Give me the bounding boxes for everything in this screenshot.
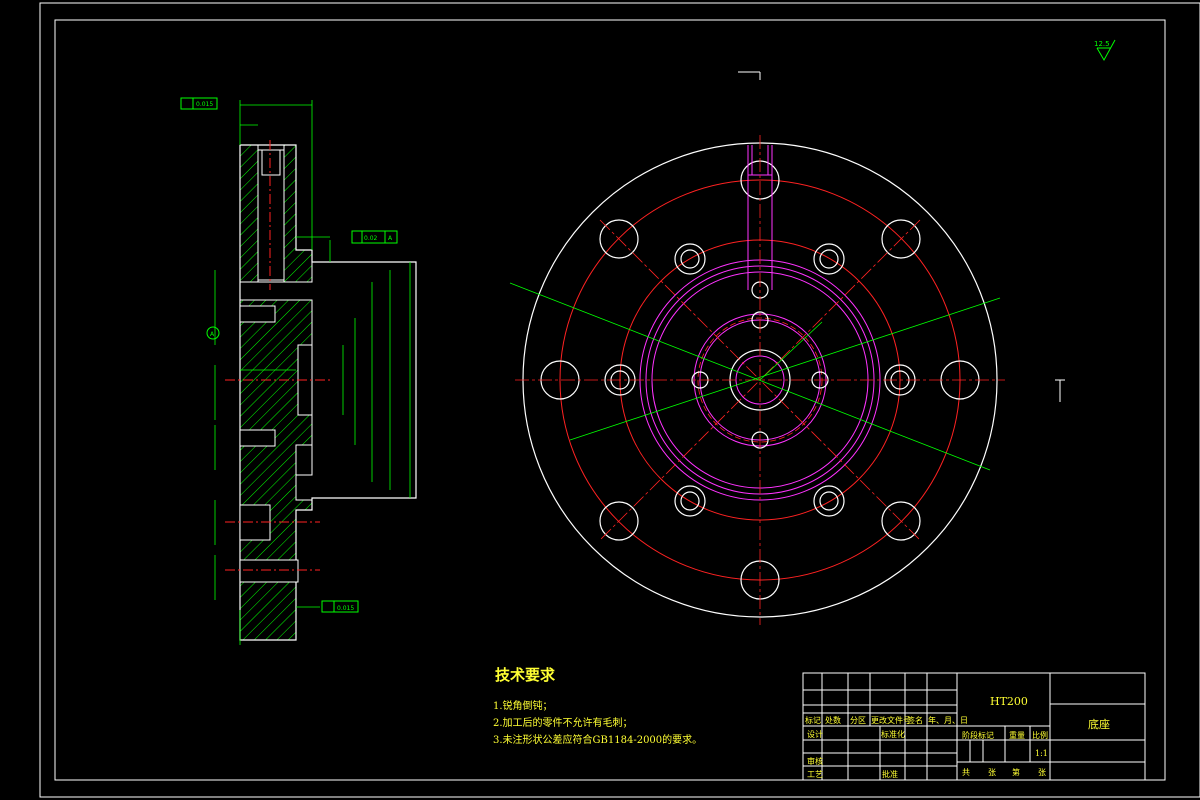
tb-sheet-1: 张 (988, 768, 996, 777)
tb-stage-mark: 阶段标记 (962, 731, 994, 740)
tb-sheet-3: 张 (1038, 768, 1046, 777)
tb-row-review: 审核 (807, 757, 823, 766)
tb-approval: 批准 (882, 770, 898, 779)
tb-header-1: 处数 (825, 716, 841, 725)
section-view: 0.015 0.02 A 0.015 A (180, 97, 417, 645)
tb-scale-label: 比例 (1032, 731, 1048, 740)
tb-header-2: 分区 (850, 716, 866, 725)
tech-requirement-3: 3.未注形状公差应符合GB1184-2000的要求。 (493, 735, 703, 746)
flatness-value-2: 0.015 (337, 605, 354, 612)
tb-header-0: 标记 (805, 716, 821, 725)
flatness-value-1: 0.015 (196, 101, 213, 108)
datum-symbol: A (210, 331, 215, 338)
tb-sheet-0: 共 (962, 768, 970, 777)
datum-label: A (388, 235, 393, 242)
scale-value: 1:1 (1035, 749, 1048, 758)
tb-row-design: 设计 (807, 730, 823, 739)
tb-standardization: 标准化 (881, 730, 905, 739)
tb-weight: 重量 (1009, 731, 1025, 740)
front-view: 12.5 (509, 39, 1116, 625)
tb-header-4: 签名 (907, 716, 923, 725)
tech-requirement-2: 2.加工后的零件不允许有毛刺； (493, 718, 633, 729)
cad-drawing: 0.015 0.02 A 0.015 A 12.5 (39, 2, 1200, 798)
sheet-border (39, 2, 1200, 798)
tech-requirement-1: 1.锐角倒钝； (493, 701, 553, 712)
material-label: HT200 (990, 695, 1028, 708)
tech-requirements-title: 技术要求 (495, 666, 556, 684)
tb-header-3: 更改文件号 (871, 716, 911, 725)
parallelism-value: 0.02 (364, 235, 378, 242)
tb-row-process: 工艺 (807, 770, 823, 779)
part-name: 底座 (1088, 718, 1110, 731)
tb-sheet-2: 第 (1012, 768, 1020, 777)
drawing-frame (54, 19, 1166, 781)
tb-header-5: 年、月、日 (928, 716, 968, 725)
roughness-value: 12.5 (1094, 40, 1110, 48)
